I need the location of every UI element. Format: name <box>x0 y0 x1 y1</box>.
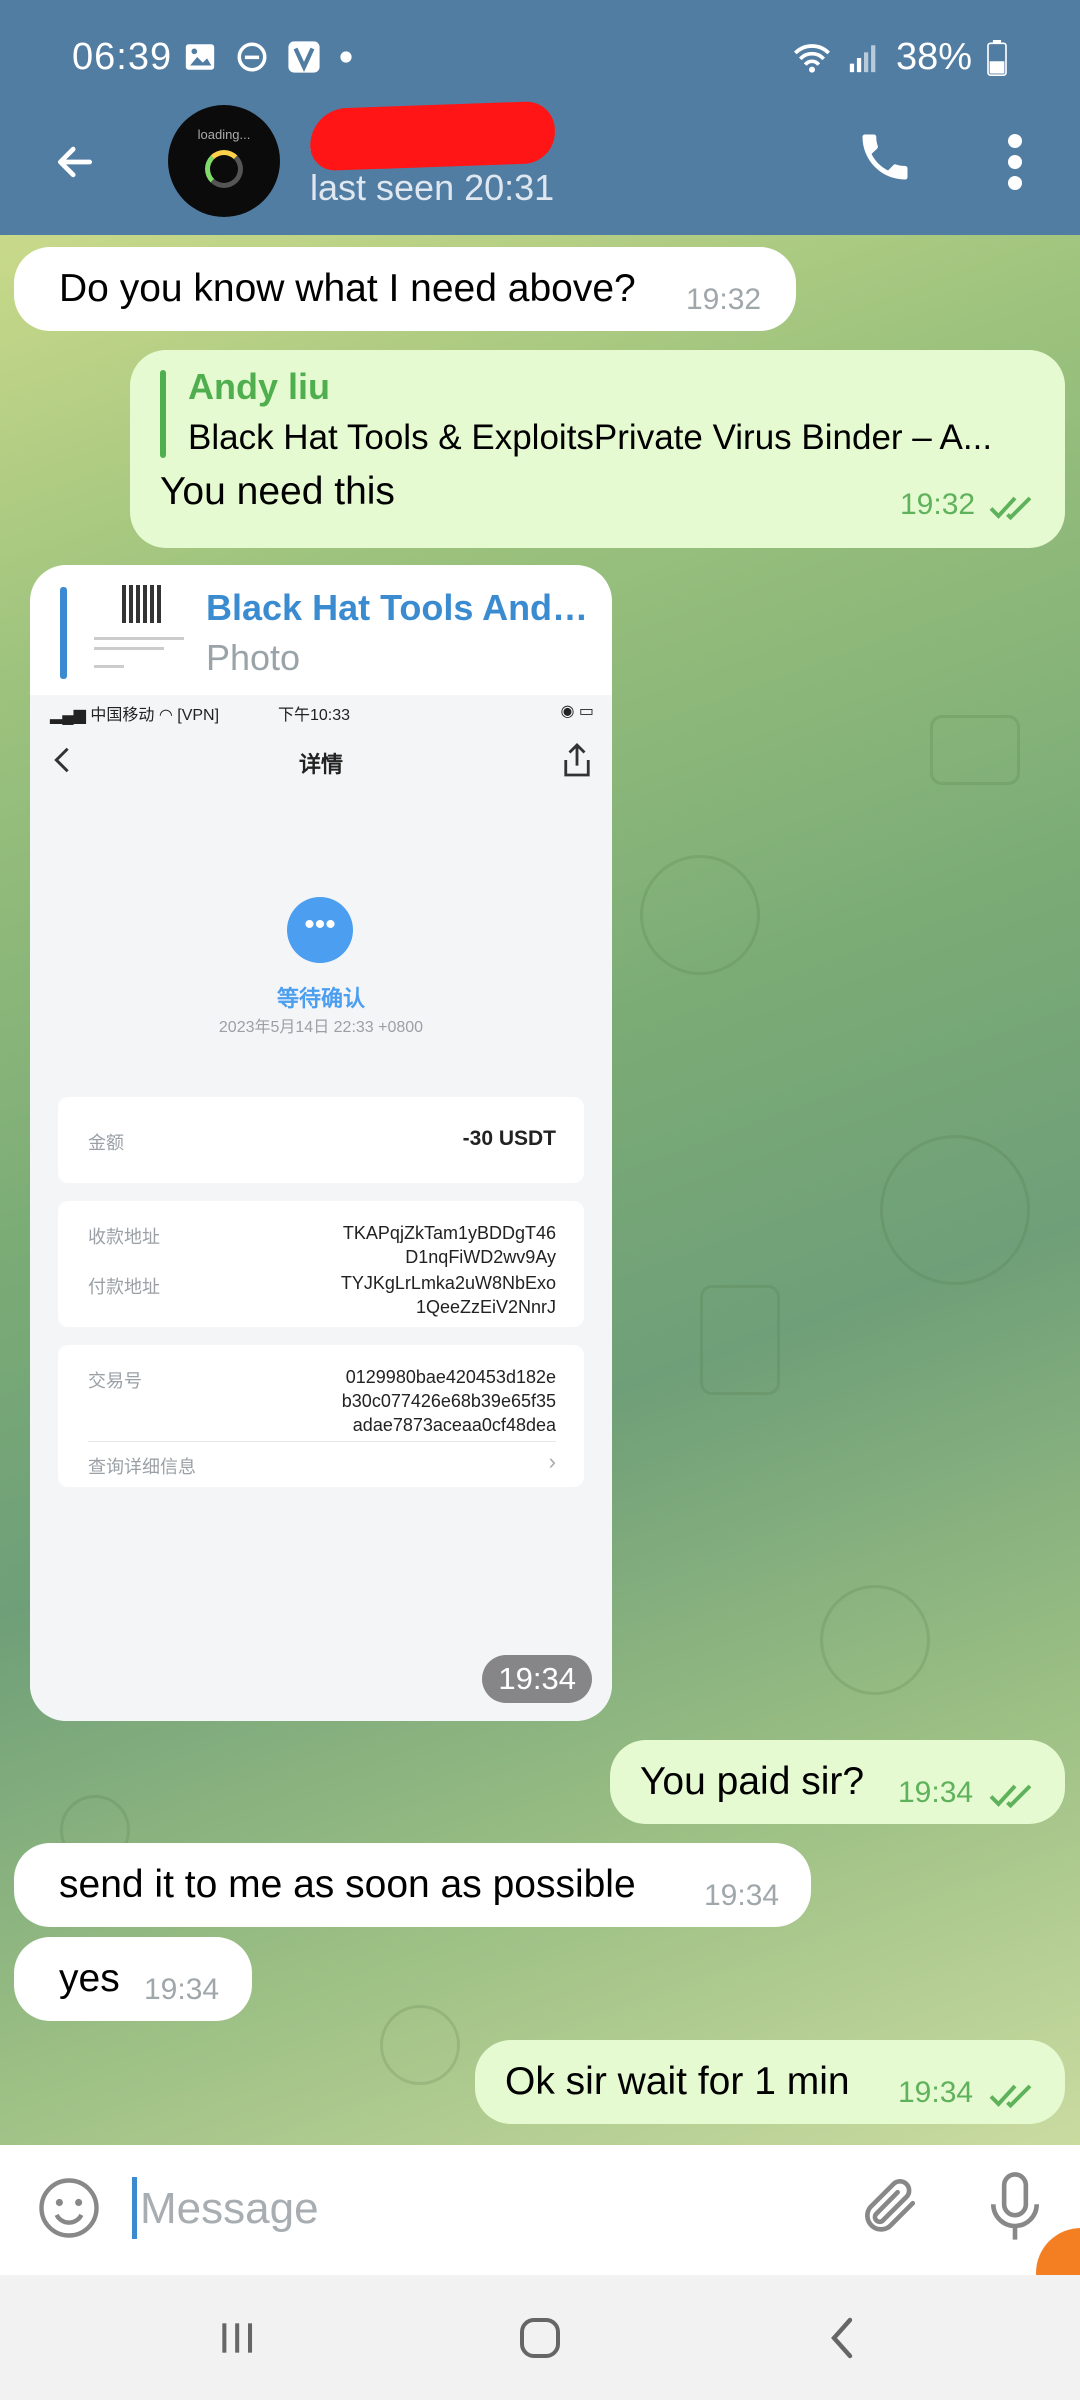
attach-button[interactable] <box>855 2173 927 2245</box>
dnd-icon <box>237 42 267 72</box>
reply-quote-text: Black Hat Tools & ExploitsPrivate Virus … <box>188 418 993 457</box>
message-outgoing[interactable]: Ok sir wait for 1 min 19:34 <box>475 2040 1065 2124</box>
chevron-right-icon: › <box>548 1449 556 1474</box>
message-time: 19:34 <box>704 1879 780 1912</box>
reply-quote-bar <box>160 370 166 458</box>
details-link: 查询详细信息 <box>88 1457 196 1477</box>
screenshot-date: 2023年5月14日 22:33 +0800 <box>218 1019 424 1036</box>
recents-icon <box>222 2323 253 2353</box>
system-nav-bar <box>0 2275 1080 2400</box>
paperclip-icon <box>865 2179 916 2232</box>
qr-code-icon <box>122 585 164 623</box>
kebab-menu-icon <box>1008 134 1022 190</box>
background-doodle <box>820 1585 930 1695</box>
gallery-icon <box>185 44 215 70</box>
message-time: 19:34 <box>898 2076 974 2109</box>
chat-area[interactable]: Do you know what I need above? 19:32 And… <box>0 235 1080 2145</box>
photo-subtitle: Photo <box>206 637 301 678</box>
message-text: send it to me as soon as possible <box>59 1863 636 1906</box>
phone-icon <box>862 134 908 180</box>
reply-author: Andy liu <box>188 366 330 407</box>
read-check-icon <box>989 2084 1032 2109</box>
photo-time: 19:34 <box>482 1655 592 1703</box>
top-bar: 06:39 38% loading... A last seen 20:31 <box>0 0 1080 235</box>
loading-spinner-icon <box>205 150 243 188</box>
amount-value: -30 USDT <box>462 1127 556 1150</box>
text-cursor <box>132 2177 137 2239</box>
message-input[interactable] <box>140 2173 740 2245</box>
arrow-left-icon <box>57 146 93 178</box>
background-doodle <box>880 1135 1030 1285</box>
chevron-left-icon <box>831 2317 853 2359</box>
wifi-icon <box>793 43 830 73</box>
read-check-icon <box>989 496 1032 521</box>
message-text: Ok sir wait for 1 min <box>505 2060 850 2103</box>
amount-card: 金额 -30 USDT <box>58 1097 584 1183</box>
back-button[interactable] <box>40 127 110 197</box>
screenshot-battery-icon: ◉ ▭ <box>560 703 594 720</box>
avatar[interactable]: loading... <box>168 105 280 217</box>
chat-header: loading... A last seen 20:31 <box>0 100 1080 225</box>
smiley-icon <box>39 2178 99 2238</box>
v-app-icon <box>288 41 320 73</box>
status-time: 06:39 <box>72 36 173 78</box>
battery-icon <box>987 39 1007 76</box>
from-address: TYJKgLrLmka2uW8NbExo1QeeZzEiV2NnrJ <box>340 1273 556 1317</box>
call-button[interactable] <box>855 127 925 197</box>
dot-icon <box>340 51 352 63</box>
message-text: You paid sir? <box>640 1760 865 1803</box>
message-text: Do you know what I need above? <box>59 267 636 310</box>
read-check-icon <box>989 1784 1032 1809</box>
battery-percent: 38% <box>895 36 972 78</box>
message-time: 19:34 <box>144 1973 220 2006</box>
message-outgoing[interactable]: Andy liu Black Hat Tools & ExploitsPriva… <box>130 350 1065 548</box>
message-time: 19:34 <box>898 1776 974 1809</box>
address-card: 收款地址 TKAPqjZkTam1yBDDgT46D1nqFiWD2wv9Ay … <box>58 1201 584 1327</box>
signal-icon <box>849 44 876 72</box>
screenshot-share-icon <box>564 743 590 777</box>
payment-screenshot-image[interactable]: ▂▄▆ 中国移动 ◠ [VPN] 下午10:33 ◉ ▭ 详情 ••• 等待确认… <box>30 695 612 1721</box>
microphone-icon <box>990 2172 1040 2240</box>
background-doodle <box>380 2005 460 2085</box>
system-back-button[interactable] <box>802 2303 882 2373</box>
avatar-loading-text: loading... <box>197 127 251 142</box>
message-time: 19:32 <box>686 283 762 316</box>
background-doodle <box>640 855 760 975</box>
emoji-button[interactable] <box>36 2175 106 2245</box>
status-bar: 06:39 38% <box>0 0 1080 120</box>
screenshot-status: 等待确认 <box>276 986 365 1011</box>
message-time: 19:32 <box>900 488 976 521</box>
photo-thumbnail <box>90 585 202 683</box>
pending-status-icon: ••• <box>287 897 353 963</box>
message-composer <box>0 2145 1080 2275</box>
background-doodle <box>700 1285 780 1395</box>
photo-message[interactable]: Black Hat Tools And C... Photo ▂▄▆ 中国移动 … <box>30 565 612 1721</box>
last-seen-status: last seen 20:31 <box>310 167 555 208</box>
message-incoming[interactable]: yes 19:34 <box>14 1937 252 2021</box>
more-options-button[interactable] <box>990 127 1040 197</box>
photo-title: Black Hat Tools And C... <box>206 587 596 628</box>
home-button[interactable] <box>500 2303 580 2373</box>
message-text: yes <box>59 1957 120 2000</box>
transaction-card: 交易号 0129980bae420453d182eb30c077426e68b3… <box>58 1345 584 1487</box>
reply-quote-bar <box>60 587 67 679</box>
message-text: You need this <box>160 470 395 513</box>
screenshot-title: 详情 <box>298 752 343 777</box>
message-incoming[interactable]: send it to me as soon as possible 19:34 <box>14 1843 811 1927</box>
to-address: TKAPqjZkTam1yBDDgT46D1nqFiWD2wv9Ay <box>342 1223 556 1267</box>
message-outgoing[interactable]: You paid sir? 19:34 <box>610 1740 1065 1824</box>
redaction-mark <box>308 100 557 172</box>
transaction-hash: 0129980bae420453d182eb30c077426e68b39e65… <box>341 1367 556 1435</box>
recent-apps-button[interactable] <box>197 2303 277 2373</box>
message-incoming[interactable]: Do you know what I need above? 19:32 <box>14 247 796 331</box>
screenshot-clock: 下午10:33 <box>278 707 351 724</box>
screenshot-carrier: ▂▄▆ 中国移动 ◠ [VPN] <box>50 707 220 724</box>
voice-record-button[interactable] <box>982 2169 1054 2249</box>
background-doodle <box>930 715 1020 785</box>
home-icon <box>520 2318 560 2358</box>
